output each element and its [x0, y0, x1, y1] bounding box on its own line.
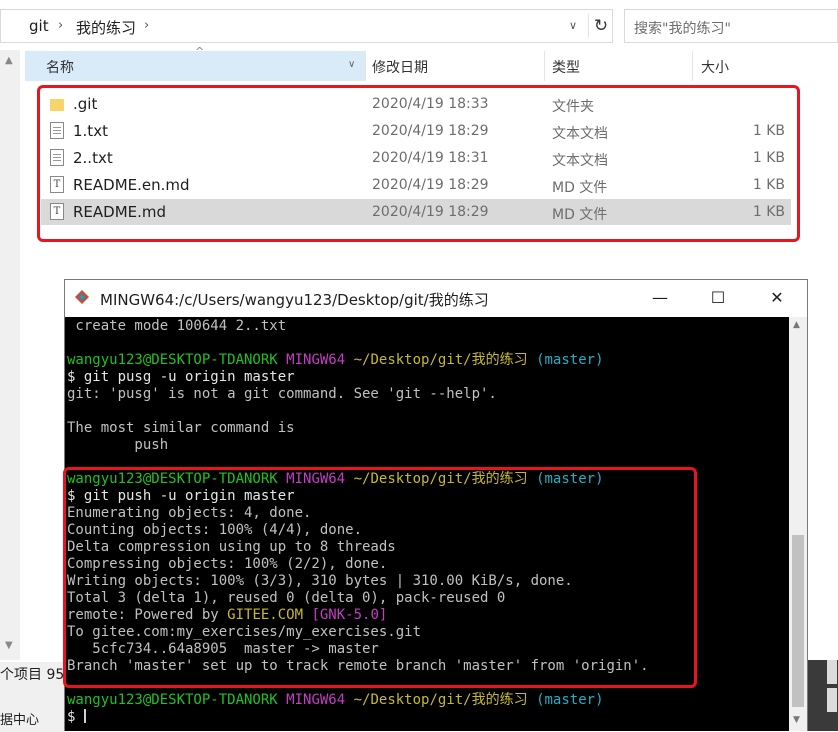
terminal-input-line[interactable]: $: [67, 709, 86, 726]
scroll-down-icon[interactable]: ▼: [5, 640, 13, 651]
refresh-icon[interactable]: ↻: [588, 14, 613, 38]
prompt-path: ~/Desktop/git/我的练习: [353, 692, 528, 708]
column-divider[interactable]: [544, 51, 545, 81]
sort-ascending-icon: ^: [195, 45, 205, 58]
column-name-label: 名称: [46, 60, 74, 76]
background-window-edge: [808, 660, 838, 731]
prompt-branch: (master): [536, 692, 604, 708]
chevron-down-icon[interactable]: ∨: [569, 19, 577, 32]
chevron-down-icon[interactable]: ∨: [348, 59, 355, 70]
prompt-branch: (master): [536, 352, 604, 368]
highlight-box-push-output: [63, 467, 697, 688]
column-header-size[interactable]: 大小: [701, 57, 729, 77]
terminal-line: git: 'pusg' is not a git command. See 'g…: [67, 386, 497, 402]
scroll-down-icon[interactable]: ▼: [793, 715, 800, 725]
mingw-app-icon: [75, 290, 89, 304]
input-prompt: $: [67, 709, 84, 725]
terminal-titlebar[interactable]: MINGW64:/c/Users/wangyu123/Desktop/git/我…: [65, 280, 807, 317]
column-header-type[interactable]: 类型: [552, 57, 580, 77]
terminal-command: $ git pusg -u origin master: [67, 369, 295, 385]
prompt-user-host: wangyu123@DESKTOP-TDANORK: [67, 692, 278, 708]
address-bar[interactable]: git › 我的练习 › ∨ ↻: [0, 9, 613, 43]
prompt-shell: MINGW64: [286, 692, 346, 708]
column-header-date[interactable]: 修改日期: [372, 57, 428, 77]
terminal-line: push: [67, 437, 169, 453]
text-cursor: [83, 709, 86, 723]
search-input[interactable]: 搜索"我的练习": [624, 9, 838, 43]
search-placeholder: 搜索"我的练习": [634, 21, 731, 37]
highlight-box-files: [37, 85, 800, 242]
terminal-title: MINGW64:/c/Users/wangyu123/Desktop/git/我…: [100, 291, 489, 309]
terminal-prompt-line: wangyu123@DESKTOP-TDANORK MINGW64 ~/Desk…: [67, 692, 604, 709]
terminal-line: create mode 100644 2..txt: [67, 318, 287, 334]
prompt-user-host: wangyu123@DESKTOP-TDANORK: [67, 352, 278, 368]
minimize-button[interactable]: —: [640, 285, 680, 311]
chevron-right-icon[interactable]: ›: [144, 18, 149, 33]
scroll-up-icon[interactable]: ▲: [793, 320, 800, 330]
status-item-count: 个项目 95: [0, 667, 65, 683]
prompt-path: ~/Desktop/git/我的练习: [353, 352, 528, 368]
close-button[interactable]: ✕: [757, 285, 797, 311]
terminal-prompt-line: wangyu123@DESKTOP-TDANORK MINGW64 ~/Desk…: [67, 352, 604, 369]
column-divider[interactable]: [365, 51, 366, 81]
breadcrumb-git[interactable]: git: [29, 17, 49, 35]
prompt-shell: MINGW64: [286, 352, 346, 368]
navigation-pane: [0, 50, 20, 660]
chevron-right-icon[interactable]: ›: [58, 18, 63, 33]
terminal-line: The most similar command is: [67, 420, 295, 436]
breadcrumb-current-folder[interactable]: 我的练习: [76, 17, 136, 38]
terminal-scrollbar[interactable]: ▲ ▼: [789, 317, 807, 731]
view-toggle-icon[interactable]: [827, 688, 837, 712]
scroll-up-icon[interactable]: ▲: [5, 55, 13, 66]
scrollbar-thumb[interactable]: [792, 535, 804, 707]
column-divider[interactable]: [692, 51, 693, 81]
maximize-button[interactable]: ☐: [698, 285, 738, 311]
status-partial-text: 据中心: [0, 713, 40, 728]
column-header-row: 名称 ^ ∨ 修改日期 类型 大小: [25, 45, 795, 81]
column-header-name[interactable]: 名称 ^ ∨: [25, 45, 365, 81]
view-toggle-icon[interactable]: [827, 660, 837, 684]
